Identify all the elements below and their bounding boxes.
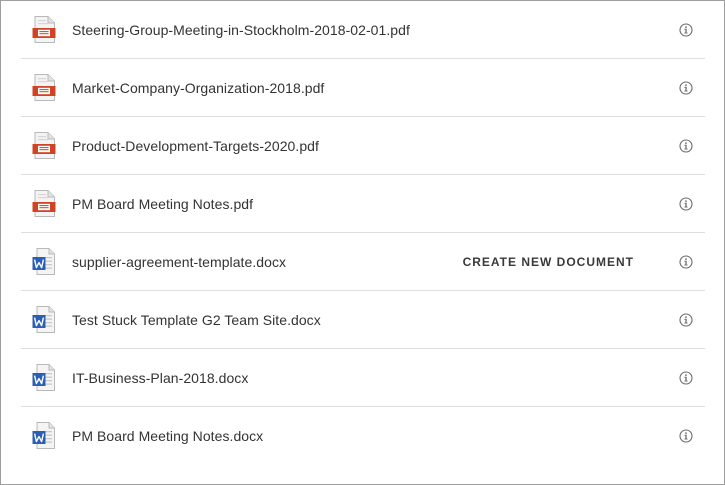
file-list: Steering-Group-Meeting-in-Stockholm-2018… (21, 1, 705, 465)
pdf-file-icon (32, 190, 56, 217)
file-row[interactable]: IT-Business-Plan-2018.docx (21, 349, 705, 407)
file-list-panel: Steering-Group-Meeting-in-Stockholm-2018… (0, 0, 725, 485)
info-circle-icon[interactable] (679, 138, 693, 153)
file-row[interactable]: supplier-agreement-template.docx CREATE … (21, 233, 705, 291)
info-circle-icon[interactable] (679, 370, 693, 385)
word-file-icon (32, 364, 56, 391)
info-circle-icon[interactable] (679, 196, 693, 211)
word-file-icon (32, 422, 56, 449)
create-new-document-button[interactable]: CREATE NEW DOCUMENT (463, 255, 634, 269)
info-circle-icon[interactable] (679, 22, 693, 37)
file-name[interactable]: Product-Development-Targets-2020.pdf (72, 138, 319, 154)
file-row[interactable]: Steering-Group-Meeting-in-Stockholm-2018… (21, 1, 705, 59)
pdf-file-icon (32, 132, 56, 159)
pdf-file-icon (32, 74, 56, 101)
file-name[interactable]: Steering-Group-Meeting-in-Stockholm-2018… (72, 22, 410, 38)
info-circle-icon[interactable] (679, 80, 693, 95)
file-name[interactable]: PM Board Meeting Notes.docx (72, 428, 263, 444)
file-name[interactable]: supplier-agreement-template.docx (72, 254, 286, 270)
word-file-icon (32, 306, 56, 333)
file-row[interactable]: Test Stuck Template G2 Team Site.docx (21, 291, 705, 349)
pdf-file-icon (32, 16, 56, 43)
file-name[interactable]: Market-Company-Organization-2018.pdf (72, 80, 324, 96)
info-circle-icon[interactable] (679, 429, 693, 443)
file-name[interactable]: Test Stuck Template G2 Team Site.docx (72, 312, 321, 328)
file-row[interactable]: Market-Company-Organization-2018.pdf (21, 59, 705, 117)
info-circle-icon[interactable] (679, 254, 693, 269)
file-row[interactable]: PM Board Meeting Notes.pdf (21, 175, 705, 233)
file-row[interactable]: PM Board Meeting Notes.docx (21, 407, 705, 465)
info-circle-icon[interactable] (679, 312, 693, 327)
file-name[interactable]: IT-Business-Plan-2018.docx (72, 370, 248, 386)
file-name[interactable]: PM Board Meeting Notes.pdf (72, 196, 253, 212)
file-row[interactable]: Product-Development-Targets-2020.pdf (21, 117, 705, 175)
word-file-icon (32, 248, 56, 275)
